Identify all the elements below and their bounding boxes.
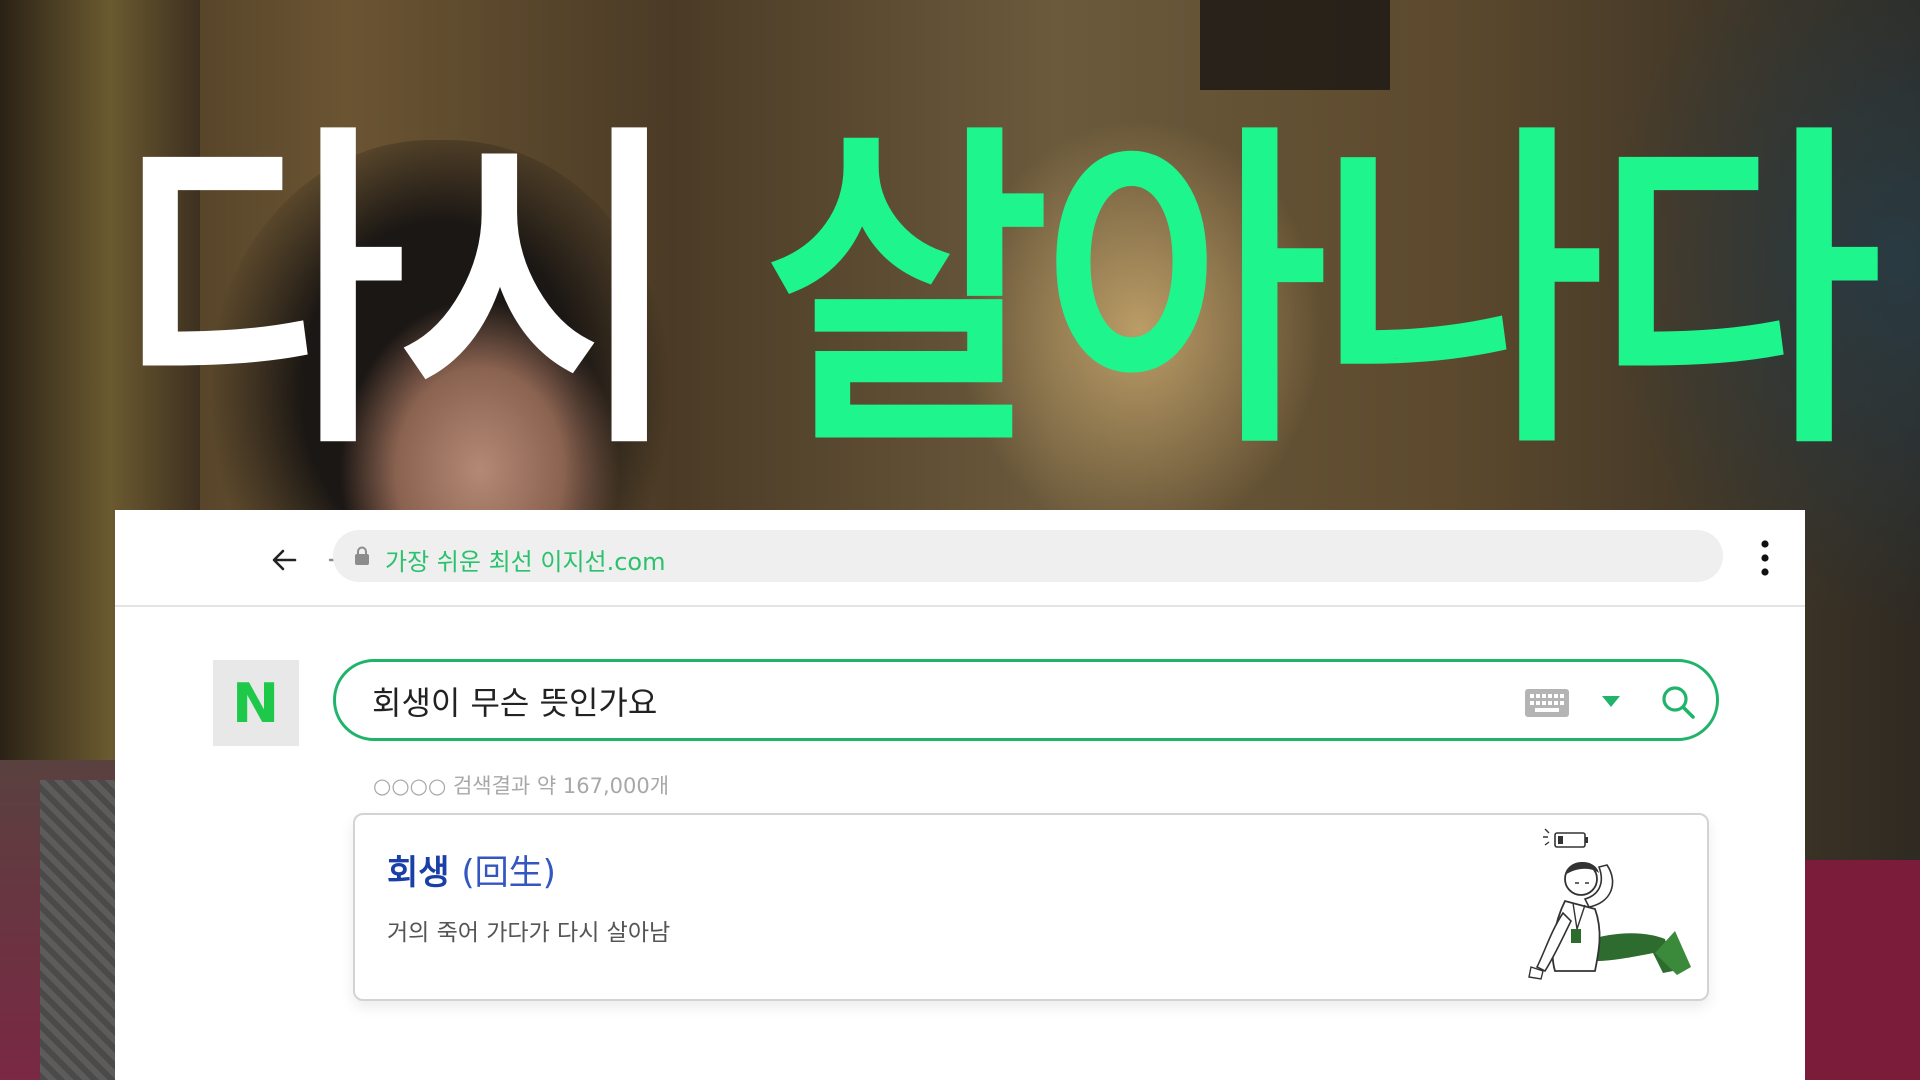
result-title-hanja: (回生) [461,853,556,893]
search-input[interactable] [370,676,1474,726]
back-button[interactable] [265,540,305,580]
background-chair-right [1800,860,1920,1080]
more-vertical-icon[interactable] [1755,536,1775,580]
result-title[interactable]: 회생 (回生) [387,845,556,894]
arrow-left-icon [272,549,297,571]
search-engine-logo[interactable]: N [213,660,299,746]
address-bar[interactable]: 가장 쉬운 최선 이지선.com [333,530,1723,582]
search-icon[interactable] [1658,682,1698,722]
headline: 다시 살아나다 [120,99,1881,490]
background-frame [1200,0,1390,90]
browser-toolbar: 가장 쉬운 최선 이지선.com [115,510,1805,607]
headline-part1: 다시 [120,99,682,490]
result-count: ○○○○ 검색결과 약 167,000개 [373,774,670,798]
address-url: 가장 쉬운 최선 이지선.com [385,548,666,576]
search-box[interactable] [333,659,1719,741]
headline-part2: 살아나다 [764,99,1881,490]
tired-person-low-battery-illustration [1528,828,1691,980]
keyboard-icon[interactable] [1524,688,1570,718]
result-title-word: 회생 [387,853,450,893]
result-description: 거의 죽어 가다가 다시 살아남 [387,920,671,946]
browser-window: 가장 쉬운 최선 이지선.com N ○○○○ 검색결과 약 167,0 [115,510,1805,1080]
logo-letter: N [232,671,280,735]
caret-down-icon[interactable] [1601,694,1621,708]
result-card[interactable]: 회생 (回生) 거의 죽어 가다가 다시 살아남 [353,813,1709,1001]
lock-icon [355,546,369,565]
